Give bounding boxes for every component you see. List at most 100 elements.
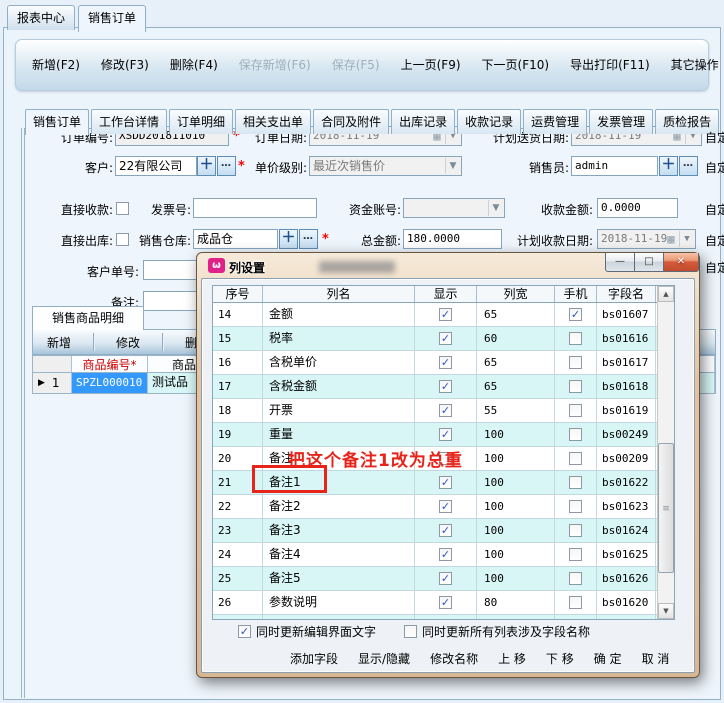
column-name-cell[interactable]: 含税金额 bbox=[263, 375, 415, 398]
form-tab-工作台详情[interactable]: 工作台详情 bbox=[91, 109, 167, 134]
customer-add-button[interactable]: ＋ bbox=[197, 156, 216, 176]
checkbox-checked-icon[interactable]: ✓ bbox=[439, 500, 452, 513]
toolbar-button-新增[interactable]: 新增(F2) bbox=[32, 58, 80, 73]
salesman-add-button[interactable]: ＋ bbox=[659, 156, 678, 176]
toolbar-button-删除[interactable]: 删除(F4) bbox=[170, 58, 218, 73]
checkbox-checked-icon[interactable]: ✓ bbox=[439, 548, 452, 561]
option-update-all-lists[interactable]: 同时更新所有列表涉及字段名称 bbox=[404, 623, 590, 640]
warehouse-lookup-button[interactable]: … bbox=[299, 229, 318, 249]
checkbox-unchecked-icon[interactable] bbox=[569, 524, 582, 537]
maximize-button[interactable]: □ bbox=[635, 253, 664, 272]
invoice-no-input[interactable] bbox=[193, 198, 317, 218]
grid-row-22[interactable]: 22备注2✓100bs01623 bbox=[213, 495, 674, 519]
column-width-cell[interactable]: 65 bbox=[477, 375, 555, 398]
column-width-cell[interactable]: 100 bbox=[477, 567, 555, 590]
receipt-amount-input[interactable]: 0.0000 bbox=[597, 198, 678, 218]
window-tab-报表中心[interactable]: 报表中心 bbox=[7, 5, 75, 30]
checkbox-checked-icon[interactable]: ✓ bbox=[439, 428, 452, 441]
product-code-cell[interactable]: SPZL000010 bbox=[72, 373, 148, 393]
checkbox-checked-icon[interactable]: ✓ bbox=[439, 356, 452, 369]
dialog-button-添加字段[interactable]: 添加字段 bbox=[290, 650, 338, 667]
column-name-cell[interactable]: 备注3 bbox=[263, 519, 415, 542]
detail-tab-sales-items[interactable]: 销售商品明细 bbox=[32, 306, 144, 330]
grid-row-23[interactable]: 23备注3✓100bs01624 bbox=[213, 519, 674, 543]
grid-row-14[interactable]: 14金额✓65✓bs01607 bbox=[213, 303, 674, 327]
column-width-cell[interactable]: 55 bbox=[477, 399, 555, 422]
column-name-cell[interactable]: 含税单价 bbox=[263, 351, 415, 374]
form-tab-运费管理[interactable]: 运费管理 bbox=[523, 109, 587, 134]
column-width-cell[interactable]: 60 bbox=[477, 327, 555, 350]
column-name-cell[interactable]: 备注5 bbox=[263, 567, 415, 590]
column-name-cell[interactable]: 税率 bbox=[263, 327, 415, 350]
column-name-cell[interactable]: 重量 bbox=[263, 423, 415, 446]
column-width-cell[interactable]: 100 bbox=[477, 471, 555, 494]
dialog-button-修改名称[interactable]: 修改名称 bbox=[430, 650, 478, 667]
scroll-down-icon[interactable]: ▼ bbox=[658, 603, 674, 619]
checkbox-unchecked-icon[interactable] bbox=[404, 625, 417, 638]
checkbox-unchecked-icon[interactable] bbox=[569, 596, 582, 609]
dialog-button-下移[interactable]: 下 移 bbox=[546, 650, 574, 667]
dialog-button-上移[interactable]: 上 移 bbox=[498, 650, 526, 667]
grid-column-header-序号[interactable]: 序号 bbox=[213, 286, 263, 302]
window-tab-销售订单[interactable]: 销售订单 bbox=[78, 5, 146, 32]
form-tab-相关支出单[interactable]: 相关支出单 bbox=[235, 109, 311, 134]
checkbox-unchecked-icon[interactable] bbox=[569, 404, 582, 417]
warehouse-input[interactable]: 成品仓 bbox=[193, 229, 278, 249]
chevron-down-icon[interactable]: ▼ bbox=[679, 231, 694, 247]
fund-account-select[interactable]: ▼ bbox=[403, 198, 505, 218]
column-width-cell[interactable]: 100 bbox=[477, 495, 555, 518]
warehouse-add-button[interactable]: ＋ bbox=[279, 229, 298, 249]
total-amount-input[interactable]: 180.0000 bbox=[403, 229, 502, 249]
checkbox-checked-icon[interactable]: ✓ bbox=[439, 404, 452, 417]
checkbox-checked-icon[interactable]: ✓ bbox=[569, 308, 582, 321]
toolbar-button-其它操作[interactable]: 其它操作 bbox=[671, 58, 719, 73]
grid-row-27[interactable]: 27预占100bs00224 bbox=[213, 615, 674, 620]
toolbar-button-上一页[interactable]: 上一页(F9) bbox=[401, 58, 461, 73]
form-tab-发票管理[interactable]: 发票管理 bbox=[589, 109, 653, 134]
product-code-column-header[interactable]: 商品编号* bbox=[72, 356, 148, 372]
dialog-button-确定[interactable]: 确 定 bbox=[594, 650, 622, 667]
grid-column-header-显示[interactable]: 显示 bbox=[415, 286, 477, 302]
checkbox-checked-icon[interactable]: ✓ bbox=[439, 332, 452, 345]
close-button[interactable]: ✕ bbox=[664, 253, 699, 272]
column-width-cell[interactable]: 80 bbox=[477, 591, 555, 614]
checkbox-checked-icon[interactable]: ✓ bbox=[439, 524, 452, 537]
chevron-down-icon[interactable]: ▼ bbox=[488, 200, 503, 216]
chevron-down-icon[interactable]: ▼ bbox=[445, 158, 460, 174]
salesman-lookup-button[interactable]: … bbox=[679, 156, 698, 176]
toolbar-button-下一页[interactable]: 下一页(F10) bbox=[482, 58, 550, 73]
checkbox-checked-icon[interactable]: ✓ bbox=[238, 625, 251, 638]
checkbox-unchecked-icon[interactable] bbox=[569, 380, 582, 393]
grid-row-25[interactable]: 25备注5✓100bs01626 bbox=[213, 567, 674, 591]
checkbox-checked-icon[interactable]: ✓ bbox=[439, 476, 452, 489]
grid-column-header-手机[interactable]: 手机 bbox=[555, 286, 597, 302]
grid-row-26[interactable]: 26参数说明✓80bs01620 bbox=[213, 591, 674, 615]
toolbar-button-修改[interactable]: 修改(F3) bbox=[101, 58, 149, 73]
checkbox-unchecked-icon[interactable] bbox=[569, 356, 582, 369]
checkbox-unchecked-icon[interactable] bbox=[569, 476, 582, 489]
column-name-cell[interactable]: 开票 bbox=[263, 399, 415, 422]
grid-column-header-列宽[interactable]: 列宽 bbox=[477, 286, 555, 302]
column-width-cell[interactable]: 100 bbox=[477, 519, 555, 542]
column-name-cell[interactable]: 备注2 bbox=[263, 495, 415, 518]
toolbar-button-导出打印[interactable]: 导出打印(F11) bbox=[570, 58, 650, 73]
customer-input[interactable]: 22有限公司 bbox=[115, 156, 197, 176]
grid-column-header-列名[interactable]: 列名 bbox=[263, 286, 415, 302]
column-width-cell[interactable]: 100 bbox=[477, 615, 555, 620]
grid-row-18[interactable]: 18开票✓55bs01619 bbox=[213, 399, 674, 423]
column-name-cell[interactable]: 金额 bbox=[263, 303, 415, 326]
scrollbar-thumb[interactable]: ≡ bbox=[658, 443, 674, 573]
price-level-select[interactable]: 最近次销售价 ▼ bbox=[309, 156, 462, 176]
detail-button-修改[interactable]: 修改 bbox=[102, 334, 154, 351]
grid-row-15[interactable]: 15税率✓60bs01616 bbox=[213, 327, 674, 351]
detail-button-新增[interactable]: 新增 bbox=[33, 334, 85, 351]
form-tab-销售订单[interactable]: 销售订单 bbox=[25, 109, 89, 135]
grid-column-header-字段名[interactable]: 字段名 bbox=[597, 286, 656, 302]
checkbox-unchecked-icon[interactable] bbox=[569, 548, 582, 561]
column-width-cell[interactable]: 65 bbox=[477, 303, 555, 326]
checkbox-unchecked-icon[interactable] bbox=[569, 572, 582, 585]
column-name-cell[interactable]: 参数说明 bbox=[263, 591, 415, 614]
checkbox-unchecked-icon[interactable] bbox=[569, 452, 582, 465]
form-tab-出库记录[interactable]: 出库记录 bbox=[391, 109, 455, 134]
checkbox-unchecked-icon[interactable] bbox=[569, 332, 582, 345]
